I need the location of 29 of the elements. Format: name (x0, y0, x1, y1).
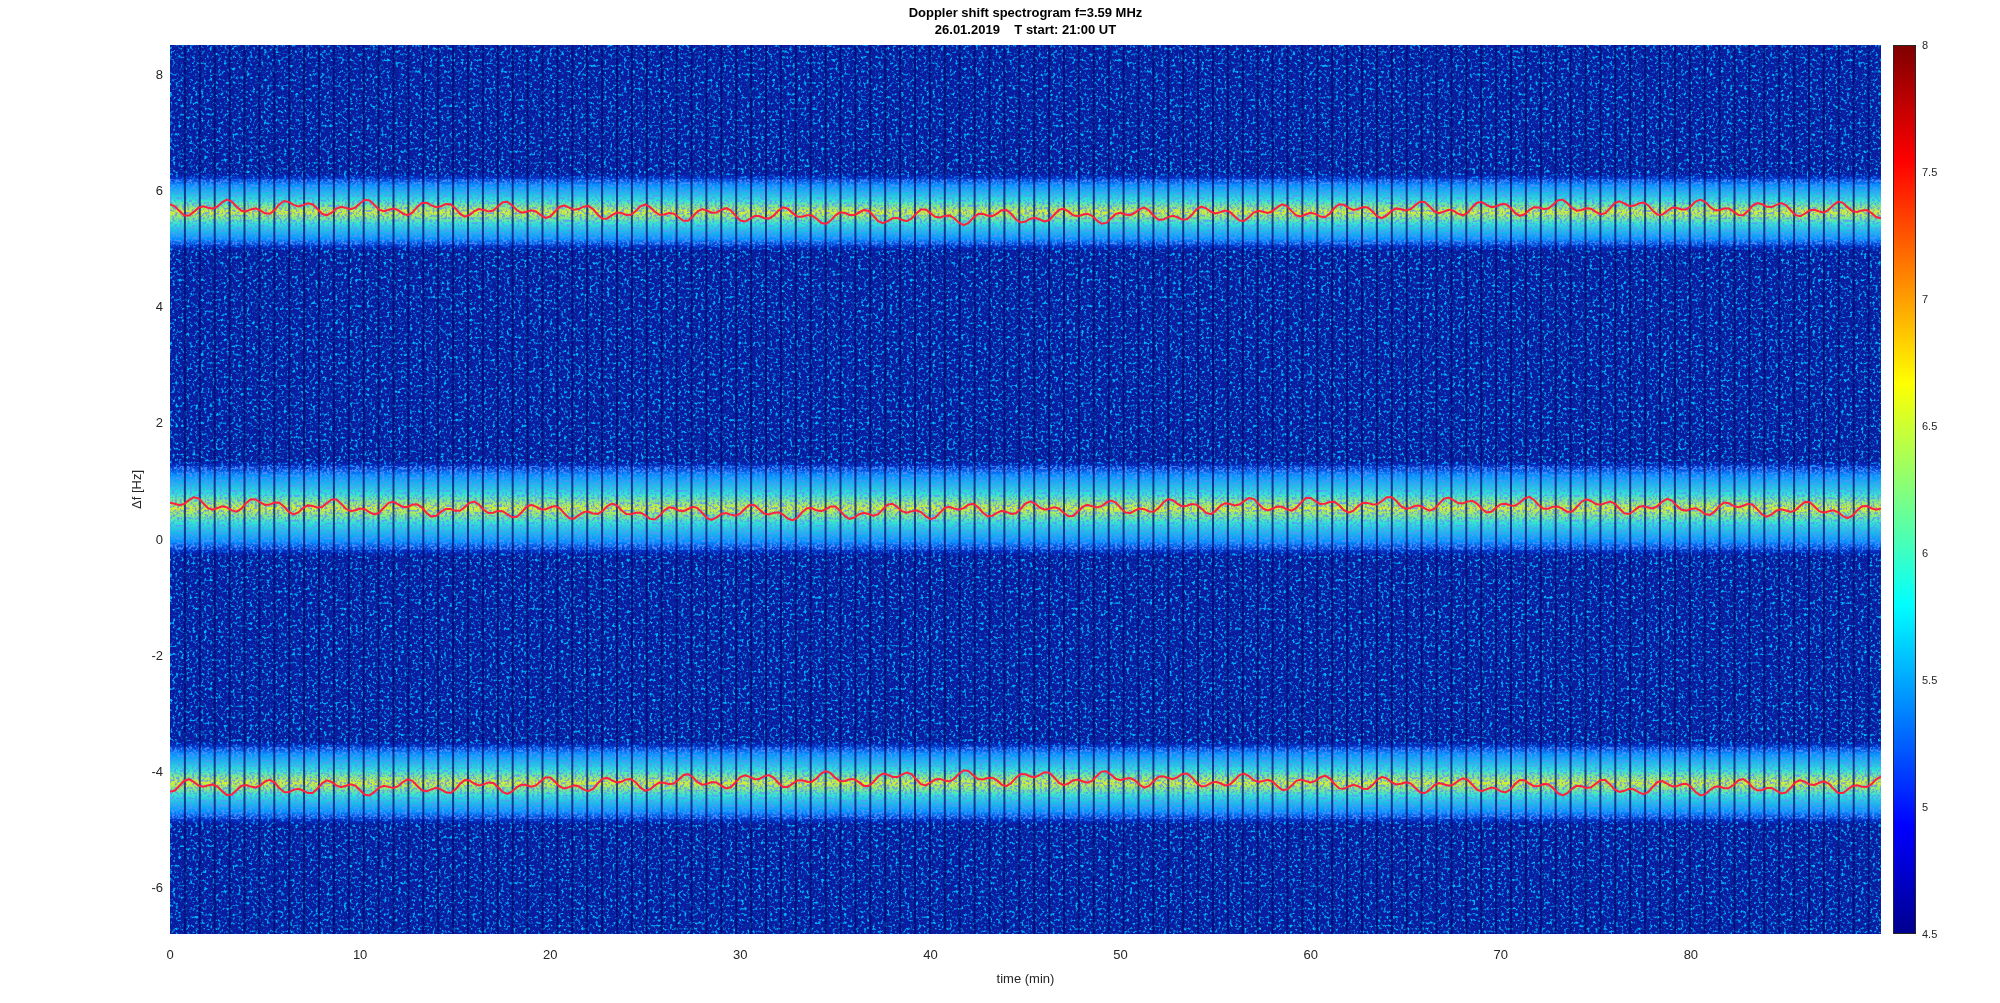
axis-tick-label: -4 (151, 764, 163, 781)
axis-tick-label: 6 (155, 182, 163, 199)
axis-tick-label: -6 (151, 880, 163, 897)
axis-tick-label: 10 (352, 947, 368, 962)
axis-tick-label: 2 (155, 415, 163, 432)
axis-tick-label: 0 (155, 531, 163, 548)
axis-tick-label: 30 (733, 947, 748, 962)
chart-subtitle: 26.01.2019 T start: 21:00 UT (934, 21, 1117, 38)
colorbar-tick-label: 4.5 (1922, 927, 1938, 942)
axis-tick-label: 8 (155, 66, 163, 83)
axis-tick-label: 20 (543, 947, 558, 962)
colorbar-tick-label: 6 (1922, 546, 1930, 561)
axis-label: Δf [Hz] (128, 470, 144, 509)
colorbar-tick-label: 5 (1922, 800, 1930, 815)
colorbar-tick-label: 7.5 (1922, 165, 1938, 180)
colorbar-tick-label: 5.5 (1922, 673, 1938, 688)
axis-tick-label: 60 (1303, 947, 1318, 962)
axis-tick-label: 0 (166, 947, 174, 962)
axis-tick-label: 40 (923, 947, 938, 962)
axis-label: time (min) (996, 971, 1055, 986)
colorbar-tick-label: 7 (1922, 292, 1930, 307)
axis-tick-label: 80 (1683, 947, 1699, 962)
axis-tick-label: 70 (1493, 947, 1508, 962)
colorbar-tick-label: 8 (1922, 38, 1930, 53)
axis-tick-label: 50 (1113, 947, 1128, 962)
axis-tick-label: -2 (151, 647, 163, 664)
chart-title: Doppler shift spectrogram f=3.59 MHz (908, 4, 1143, 21)
colorbar-tick-label: 6.5 (1922, 419, 1938, 434)
axis-tick-label: 4 (155, 299, 163, 316)
